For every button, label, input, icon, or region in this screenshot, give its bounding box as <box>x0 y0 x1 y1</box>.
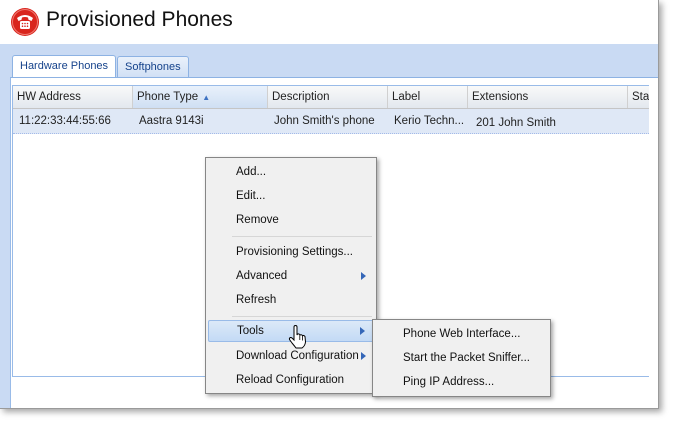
column-label: Phone Type <box>137 91 199 103</box>
cell-phone-type: Aastra 9143i <box>139 115 204 127</box>
tools-submenu: Phone Web Interface... Start the Packet … <box>372 319 551 397</box>
submenu-arrow-icon <box>360 327 365 335</box>
menu-item-reload-configuration[interactable]: Reload Configuration <box>208 369 374 391</box>
column-header-description[interactable]: Description <box>268 86 388 108</box>
title-bar: Provisioned Phones <box>0 0 658 44</box>
submenu-item-start-packet-sniffer[interactable]: Start the Packet Sniffer... <box>375 347 548 369</box>
menu-item-label: Advanced <box>236 270 288 282</box>
menu-item-label: Tools <box>237 325 264 337</box>
submenu-item-phone-web-interface[interactable]: Phone Web Interface... <box>375 323 548 345</box>
menu-item-remove[interactable]: Remove <box>208 209 374 231</box>
column-header-hw-address[interactable]: HW Address <box>13 86 133 108</box>
cell-label: Kerio Techn... <box>394 115 465 127</box>
submenu-arrow-icon <box>361 352 366 360</box>
table-row[interactable]: 11:22:33:44:55:66 Aastra 9143i John Smit… <box>13 109 649 134</box>
menu-item-label: Download Configuration <box>236 350 359 362</box>
column-label: HW Address <box>17 91 81 103</box>
tab-hardware-phones[interactable]: Hardware Phones <box>12 55 117 78</box>
menu-item-refresh[interactable]: Refresh <box>208 289 374 311</box>
cell-hw-address: 11:22:33:44:55:66 <box>19 115 111 127</box>
column-label: Extensions <box>472 91 529 103</box>
telephone-icon <box>11 8 39 36</box>
column-label: Label <box>392 91 421 103</box>
column-header-extensions[interactable]: Extensions <box>468 86 628 108</box>
menu-item-advanced[interactable]: Advanced <box>208 265 374 287</box>
tab-softphones[interactable]: Softphones <box>117 56 189 77</box>
submenu-item-ping-ip-address[interactable]: Ping IP Address... <box>375 371 548 393</box>
menu-separator <box>232 316 372 317</box>
menu-item-edit[interactable]: Edit... <box>208 185 374 207</box>
column-label: Sta <box>632 91 649 103</box>
cell-description: John Smith's phone <box>274 115 375 127</box>
menu-item-add[interactable]: Add... <box>208 161 374 183</box>
cell-extensions: 201 John Smith <box>476 117 556 129</box>
column-label: Description <box>272 91 330 103</box>
menu-separator <box>232 236 372 237</box>
column-header-label[interactable]: Label <box>388 86 468 108</box>
context-menu: Add... Edit... Remove Provisioning Setti… <box>205 157 377 394</box>
column-header-status[interactable]: Sta <box>628 86 649 108</box>
grid-header: HW Address Phone Type ▲ Description Label… <box>13 86 649 109</box>
sort-ascending-icon: ▲ <box>202 93 211 102</box>
submenu-arrow-icon <box>361 272 366 280</box>
menu-item-provisioning-settings[interactable]: Provisioning Settings... <box>208 241 374 263</box>
hand-pointer-icon <box>288 325 307 349</box>
column-header-phone-type[interactable]: Phone Type ▲ <box>133 86 268 108</box>
page-title: Provisioned Phones <box>46 8 233 31</box>
